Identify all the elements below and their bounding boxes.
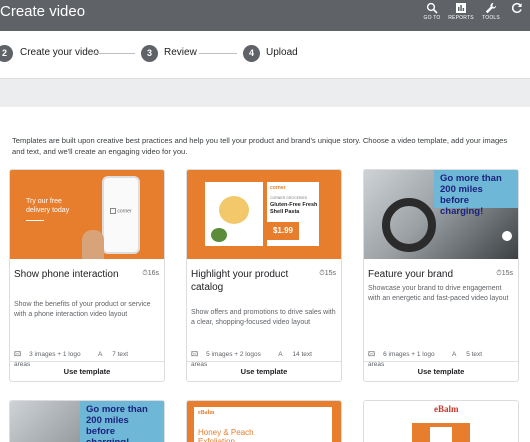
search-icon [426,2,438,14]
template-thumbnail: Go more than 200 miles before charging! [364,170,518,259]
phone-logo: corner [110,208,132,214]
text-icon: A [452,351,457,358]
go-to-label: GO TO [423,15,441,21]
spacer-band [0,79,530,107]
reports-button[interactable]: REPORTS [446,2,476,28]
text-icon: A [278,351,283,358]
brand-logo [502,231,512,241]
template-title: Feature your brand [368,269,454,280]
wrench-icon [485,2,497,14]
brand-logo: eBalm [434,404,459,414]
duration-badge: ⏱15s [319,270,336,277]
phone-mockup: corner [102,176,140,254]
template-card-partial[interactable]: eBalm Honey & Peach Exfoliation [186,400,342,442]
steering-wheel [382,198,436,252]
image-count: 🖾 5 images + 2 logos [191,351,261,358]
thumbnail-banner: Go more than 200 miles before charging! [434,170,518,217]
template-card-partial[interactable]: eBalm [363,400,519,442]
step-3-number: 3 [141,45,158,62]
tools-button[interactable]: TOOLS [476,2,506,28]
step-4-label: Upload [266,47,298,58]
template-gallery: Templates are built upon creative best p… [0,107,530,442]
price-tag: $1.99 [267,222,299,240]
template-card-partial[interactable]: Go more than 200 miles before charging! [9,400,165,442]
use-template-button[interactable]: Use template [187,363,341,381]
step-2-number: 2 [0,45,13,62]
thumbnail-banner: Go more than 200 miles before charging! [80,401,164,442]
tools-label: TOOLS [482,15,500,21]
brand-logo: eBalm [198,410,215,416]
step-indicator: 2 Create your video 3 Review 4 Upload [0,31,530,79]
step-connector [93,53,135,54]
template-title: Highlight your product catalog [191,269,289,293]
refresh-button[interactable] [505,2,529,28]
use-template-button[interactable]: Use template [364,363,518,381]
reports-icon [456,3,466,13]
intro-text: Templates are built upon creative best p… [12,136,508,156]
product-image [412,423,470,442]
thumbnail-text: Try our free delivery today [26,198,70,214]
image-icon: 🖾 [368,351,376,358]
image-count: 🖾 6 images + 1 logo [368,351,435,358]
refresh-icon [511,2,522,14]
duration-badge: ⏱16s [142,270,159,277]
thumbnail-text: Honey & Peach Exfoliation [198,428,254,442]
template-card-product-catalog[interactable]: corner CORNER GROCERIES Gluten-Free Fres… [186,169,342,382]
top-app-bar: Create video GO TO REPORTS TOOLS [0,0,530,31]
template-description: Showcase your brand to drive engagement … [368,285,509,302]
pasta-image [205,182,263,246]
divider [187,361,341,362]
step-2-label: Create your video [20,47,99,58]
template-card-phone-interaction[interactable]: Try our free delivery today corner Show … [9,169,165,382]
image-icon: 🖾 [191,351,199,358]
template-description: Show offers and promotions to drive sale… [191,309,336,326]
template-card-feature-brand[interactable]: Go more than 200 miles before charging! … [363,169,519,382]
product-panel: corner CORNER GROCERIES Gluten-Free Fres… [267,182,319,246]
template-title: Show phone interaction [14,269,119,280]
step-4-number: 4 [243,45,260,62]
use-template-button[interactable]: Use template [10,363,164,381]
duration-badge: ⏱15s [496,270,513,277]
page-title: Create video [0,3,86,20]
thumbnail-underline [26,220,44,221]
step-3-label: Review [164,47,197,58]
template-description: Show the benefits of your product or ser… [14,301,151,318]
image-icon: 🖾 [14,351,22,358]
hand-image [82,230,104,259]
text-icon: A [98,351,103,358]
step-connector [199,53,237,54]
template-thumbnail: corner CORNER GROCERIES Gluten-Free Fres… [187,170,341,259]
divider [364,361,518,362]
image-count: 🖾 3 images + 1 logo [14,351,81,358]
go-to-button[interactable]: GO TO [417,2,447,28]
template-thumbnail: Try our free delivery today corner [10,170,164,259]
divider [10,361,164,362]
reports-label: REPORTS [448,15,474,21]
